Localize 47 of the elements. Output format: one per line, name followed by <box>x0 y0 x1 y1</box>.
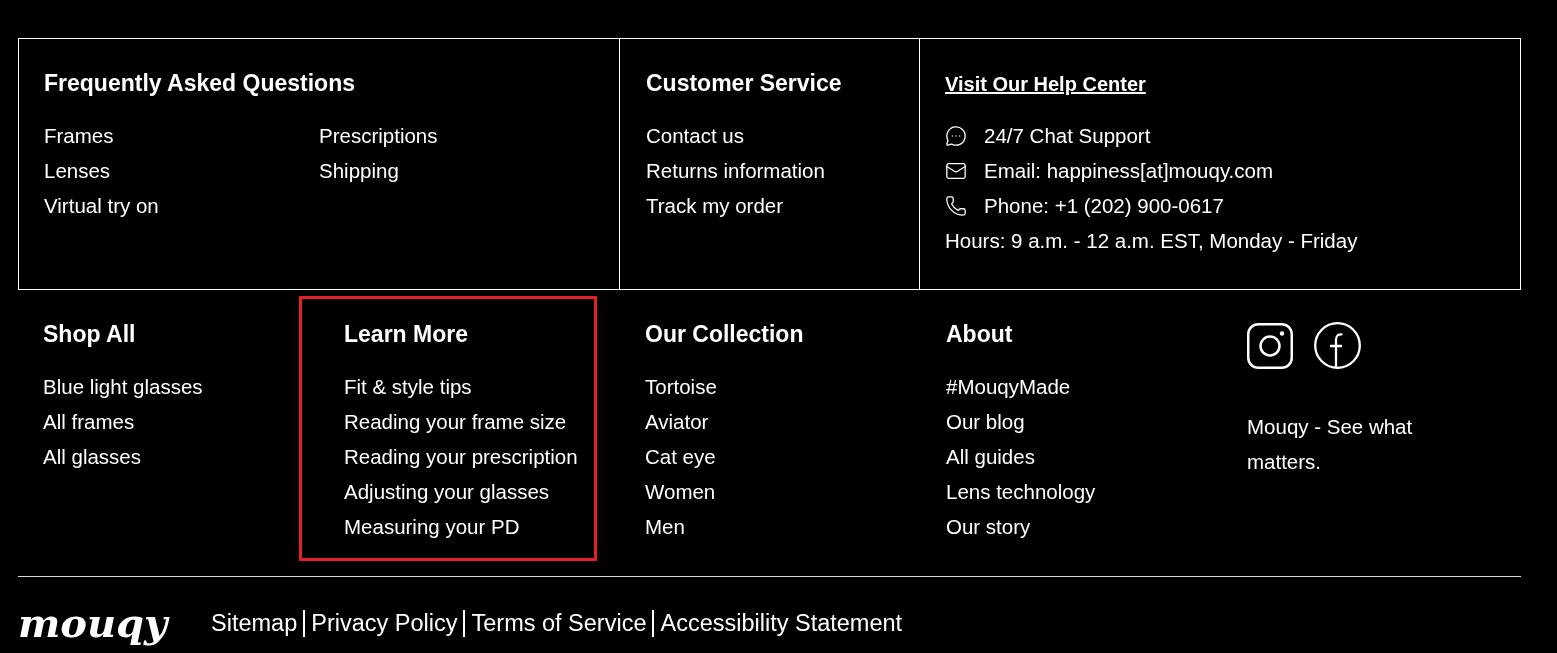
footer-link[interactable]: Virtual try on <box>44 188 159 223</box>
footer-link[interactable]: Men <box>645 509 685 544</box>
footer-link[interactable]: Reading your prescription <box>344 439 578 474</box>
footer-link[interactable]: Lens technology <box>946 474 1096 509</box>
column-heading: Frequently Asked Questions <box>44 69 355 97</box>
footer-link[interactable]: Measuring your PD <box>344 509 520 544</box>
footer-link[interactable]: Track my order <box>646 188 784 223</box>
footer-link[interactable]: Blue light glasses <box>43 369 203 404</box>
column-heading: Shop All <box>43 320 136 348</box>
contact-text: Phone: +1 (202) 900-0617 <box>984 193 1224 219</box>
column-heading: Our Collection <box>645 320 804 348</box>
footer-link[interactable]: Lenses <box>44 153 111 188</box>
column-heading: Customer Service <box>646 69 842 97</box>
logo[interactable]: mouqy <box>18 601 170 645</box>
footer-link[interactable]: Our blog <box>946 404 1025 439</box>
footer-link[interactable]: Tortoise <box>645 369 717 404</box>
column-heading: Learn More <box>344 320 468 348</box>
footer-link[interactable]: Contact us <box>646 118 744 153</box>
footer-link[interactable]: #MouqyMade <box>946 369 1071 404</box>
phone-icon <box>945 194 967 217</box>
footer-link[interactable]: Women <box>645 474 716 509</box>
footer-link[interactable]: Shipping <box>319 153 399 188</box>
footer-link[interactable]: Privacy Policy <box>311 608 458 638</box>
tagline: Mouqy - See what matters. <box>1247 414 1414 475</box>
footer-link[interactable]: All guides <box>946 439 1035 474</box>
footer-link[interactable]: Prescriptions <box>319 118 438 153</box>
instagram-icon[interactable] <box>1247 322 1293 369</box>
hours-text: Hours: 9 a.m. - 12 a.m. EST, Monday - Friday <box>945 228 1358 254</box>
footer-link[interactable]: Terms of Service <box>471 608 647 638</box>
footer-link[interactable]: Cat eye <box>645 439 716 474</box>
column-heading: About <box>946 320 1013 348</box>
contact-text: 24/7 Chat Support <box>984 123 1151 149</box>
help-center-link[interactable]: Visit Our Help Center <box>945 71 1146 97</box>
chat-bubble-icon <box>945 124 967 147</box>
footer-link[interactable]: All glasses <box>43 439 141 474</box>
footer-link[interactable]: Returns information <box>646 153 825 188</box>
footer-link[interactable]: Sitemap <box>211 608 298 638</box>
footer-link[interactable]: Accessibility Statement <box>660 608 903 638</box>
footer-link[interactable]: Aviator <box>645 404 709 439</box>
facebook-icon[interactable] <box>1314 322 1361 369</box>
contact-text: Email: happiness[at]mouqy.com <box>984 158 1274 184</box>
footer-link[interactable]: Reading your frame size <box>344 404 567 439</box>
footer-link[interactable]: Our story <box>946 509 1031 544</box>
footer-link[interactable]: All frames <box>43 404 135 439</box>
footer-link[interactable]: Adjusting your glasses <box>344 474 550 509</box>
footer-link[interactable]: Frames <box>44 118 114 153</box>
footer-link[interactable]: Fit & style tips <box>344 369 472 404</box>
